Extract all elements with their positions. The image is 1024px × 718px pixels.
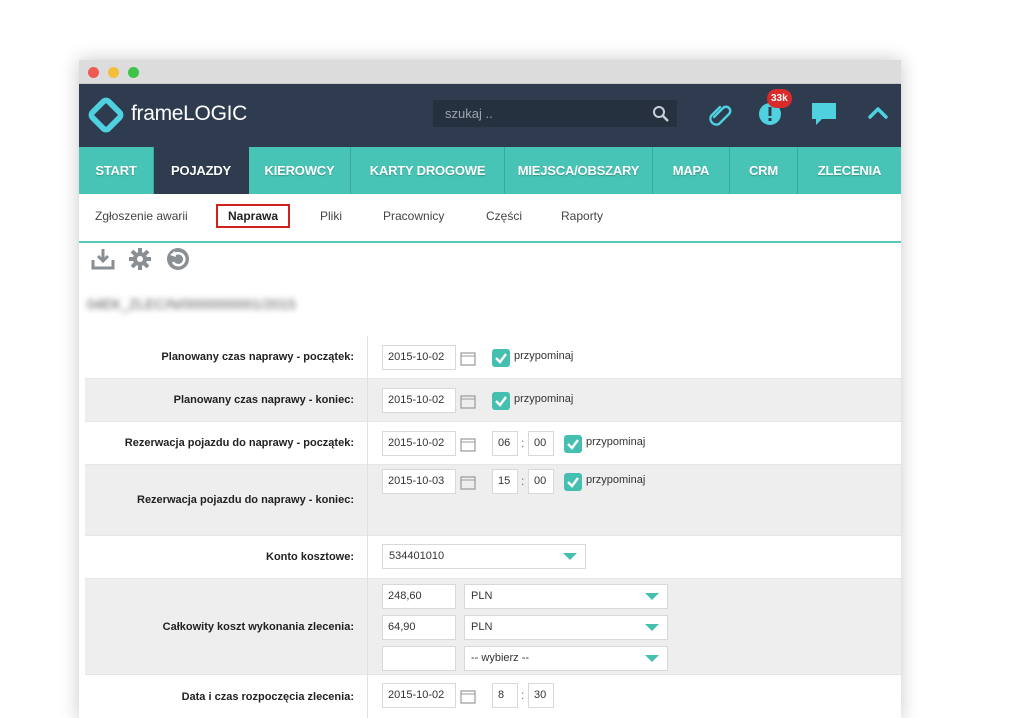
hour-input[interactable]: 06 [492, 431, 518, 456]
field-label: Data i czas rozpoczęcia zlecenia: [85, 675, 368, 718]
date-input[interactable]: 2015-10-03 [382, 469, 456, 494]
field-label: Całkowity koszt wykonania zlecenia: [85, 579, 368, 674]
main-nav: START POJAZDY KIEROWCY KARTY DROGOWE MIE… [79, 147, 901, 194]
gear-icon[interactable] [127, 246, 153, 272]
currency-select[interactable]: PLN [464, 584, 668, 609]
close-window-button[interactable] [88, 67, 99, 78]
calendar-icon[interactable] [460, 394, 476, 409]
chevron-up-icon[interactable] [863, 98, 893, 128]
checkmark-icon [495, 353, 507, 364]
amount-input[interactable]: 248,60 [382, 584, 456, 609]
nav-miejsca-obszary[interactable]: MIEJSCA/OBSZARY [505, 147, 653, 194]
amount-input[interactable]: 64,90 [382, 615, 456, 640]
field-label: Planowany czas naprawy - koniec: [85, 379, 368, 421]
subtab-zgloszenie-awarii[interactable]: Zgłoszenie awarii [95, 209, 188, 223]
time-separator: : [521, 474, 525, 488]
cost-account-select[interactable]: 534401010 [382, 544, 586, 569]
minute-input[interactable]: 00 [528, 469, 554, 494]
date-input[interactable]: 2015-10-02 [382, 431, 456, 456]
cost-account-value: 534401010 [389, 550, 445, 562]
remind-checkbox[interactable] [564, 435, 582, 453]
currency-value: PLN [471, 590, 493, 602]
hour-input[interactable]: 15 [492, 469, 518, 494]
remind-label: przypominaj [586, 436, 646, 448]
chat-icon[interactable] [809, 98, 839, 128]
remind-label: przypominaj [514, 350, 574, 362]
amount-input[interactable] [382, 646, 456, 671]
browser-window: frameLOGIC 33k START POJAZDY KIEROWCY KA [79, 60, 901, 718]
nav-pojazdy[interactable]: POJAZDY [154, 147, 249, 194]
subtab-naprawa[interactable]: Naprawa [216, 204, 291, 228]
maximize-window-button[interactable] [128, 67, 139, 78]
form-row-order-start: Data i czas rozpoczęcia zlecenia: 2015-1… [85, 675, 901, 718]
nav-kierowcy[interactable]: KIEROWCY [249, 147, 351, 194]
search-input[interactable] [433, 100, 643, 127]
form-row-planned-end: Planowany czas naprawy - koniec: 2015-10… [85, 379, 901, 422]
checkmark-icon [495, 396, 507, 407]
form-row-reservation-end: Rezerwacja pojazdu do naprawy - koniec: … [85, 465, 901, 536]
nav-mapa[interactable]: MAPA [653, 147, 730, 194]
window-titlebar [79, 60, 901, 84]
app-header: frameLOGIC 33k [79, 84, 901, 147]
framelogic-logo-icon [88, 97, 124, 133]
app-logo-text: frameLOGIC [131, 102, 248, 125]
nav-karty-drogowe[interactable]: KARTY DROGOWE [351, 147, 505, 194]
chevron-down-icon [563, 553, 577, 560]
currency-value: PLN [471, 621, 493, 633]
date-input[interactable]: 2015-10-02 [382, 683, 456, 708]
hour-input[interactable]: 8 [492, 683, 518, 708]
remind-checkbox[interactable] [492, 392, 510, 410]
remind-label: przypominaj [586, 474, 646, 486]
field-label: Konto kosztowe: [85, 536, 368, 578]
currency-select[interactable]: PLN [464, 615, 668, 640]
form-row-reservation-start: Rezerwacja pojazdu do naprawy - początek… [85, 422, 901, 465]
subtab-czesci[interactable]: Części [486, 209, 522, 223]
calendar-icon[interactable] [460, 437, 476, 452]
minimize-window-button[interactable] [108, 67, 119, 78]
field-label: Rezerwacja pojazdu do naprawy - koniec: [85, 465, 368, 535]
record-id: 04EK_ZLEC/N/0000000001/2015 [87, 296, 296, 312]
form-row-total-cost: Całkowity koszt wykonania zlecenia: 248,… [85, 579, 901, 675]
time-separator: : [521, 688, 525, 702]
notifications-badge: 33k [767, 89, 792, 108]
chevron-down-icon [645, 624, 659, 631]
nav-start[interactable]: START [79, 147, 154, 194]
minute-input[interactable]: 30 [528, 683, 554, 708]
chevron-down-icon [645, 655, 659, 662]
remind-checkbox[interactable] [564, 473, 582, 491]
download-tray-icon[interactable] [90, 246, 116, 272]
chevron-down-icon [645, 593, 659, 600]
paperclip-icon[interactable] [705, 98, 735, 128]
calendar-icon[interactable] [460, 475, 476, 490]
search-box [433, 100, 677, 127]
checkmark-icon [567, 477, 579, 488]
date-input[interactable]: 2015-10-02 [382, 388, 456, 413]
repair-form: Planowany czas naprawy - początek: 2015-… [85, 336, 901, 718]
calendar-icon[interactable] [460, 351, 476, 366]
field-label: Planowany czas naprawy - początek: [85, 336, 368, 378]
minute-input[interactable]: 00 [528, 431, 554, 456]
remind-checkbox[interactable] [492, 349, 510, 367]
remind-label: przypominaj [514, 393, 574, 405]
nav-crm[interactable]: CRM [730, 147, 798, 194]
undo-icon[interactable] [165, 246, 191, 272]
calendar-icon[interactable] [460, 689, 476, 704]
search-icon[interactable] [652, 105, 670, 123]
field-label: Rezerwacja pojazdu do naprawy - początek… [85, 422, 368, 464]
nav-zlecenia[interactable]: ZLECENIA [798, 147, 901, 194]
checkmark-icon [567, 439, 579, 450]
time-separator: : [521, 436, 525, 450]
sub-nav: Zgłoszenie awarii Naprawa Pliki Pracowni… [79, 194, 901, 243]
subtab-pracownicy[interactable]: Pracownicy [383, 209, 444, 223]
form-row-planned-start: Planowany czas naprawy - początek: 2015-… [85, 336, 901, 379]
subtab-pliki[interactable]: Pliki [320, 209, 342, 223]
currency-value: -- wybierz -- [471, 652, 530, 664]
subtab-raporty[interactable]: Raporty [561, 209, 603, 223]
date-input[interactable]: 2015-10-02 [382, 345, 456, 370]
form-row-cost-account: Konto kosztowe: 534401010 [85, 536, 901, 579]
currency-select[interactable]: -- wybierz -- [464, 646, 668, 671]
